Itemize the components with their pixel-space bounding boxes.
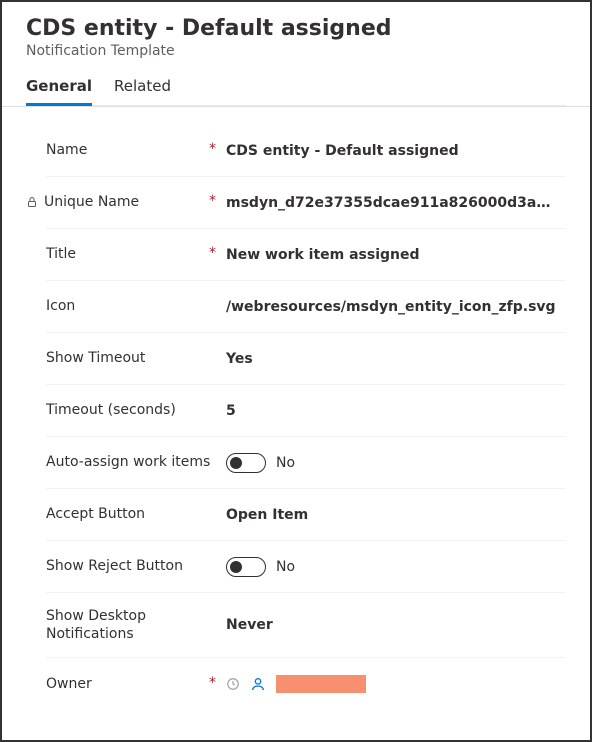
timeout-label: Timeout (seconds): [46, 401, 176, 419]
field-icon[interactable]: Icon /webresources/msdyn_entity_icon_zfp…: [46, 281, 566, 333]
lock-icon: [26, 196, 38, 210]
auto-assign-toggle-text: No: [276, 455, 295, 471]
show-desktop-value[interactable]: Never: [226, 617, 566, 633]
show-reject-label: Show Reject Button: [46, 557, 183, 575]
auto-assign-label: Auto-assign work items: [46, 453, 210, 471]
icon-label: Icon: [46, 297, 75, 315]
field-show-timeout[interactable]: Show Timeout Yes: [46, 333, 566, 385]
tab-related[interactable]: Related: [114, 77, 171, 106]
required-mark: *: [209, 245, 216, 261]
field-timeout[interactable]: Timeout (seconds) 5: [46, 385, 566, 437]
name-label: Name: [46, 141, 87, 159]
tab-general[interactable]: General: [26, 77, 92, 106]
owner-value[interactable]: [226, 675, 566, 693]
required-mark: *: [209, 193, 216, 209]
show-reject-toggle[interactable]: [226, 557, 266, 577]
owner-label: Owner: [46, 675, 92, 693]
unique-name-label: Unique Name: [44, 193, 139, 211]
field-unique-name: Unique Name * msdyn_d72e37355dcae911a826…: [46, 177, 566, 229]
tablist: General Related: [26, 77, 566, 106]
page-title: CDS entity - Default assigned: [26, 16, 566, 41]
form-general: Name * CDS entity - Default assigned Uni…: [2, 106, 590, 710]
accept-button-label: Accept Button: [46, 505, 145, 523]
show-timeout-value[interactable]: Yes: [226, 351, 566, 367]
title-value[interactable]: New work item assigned: [226, 247, 566, 263]
show-reject-toggle-text: No: [276, 559, 295, 575]
show-desktop-label: Show Desktop Notifications: [46, 607, 226, 643]
field-show-reject[interactable]: Show Reject Button No: [46, 541, 566, 593]
field-title[interactable]: Title * New work item assigned: [46, 229, 566, 281]
show-timeout-label: Show Timeout: [46, 349, 145, 367]
accept-button-value[interactable]: Open Item: [226, 507, 566, 523]
person-icon: [250, 676, 266, 692]
field-auto-assign[interactable]: Auto-assign work items No: [46, 437, 566, 489]
field-accept-button[interactable]: Accept Button Open Item: [46, 489, 566, 541]
name-value[interactable]: CDS entity - Default assigned: [226, 143, 566, 159]
field-name[interactable]: Name * CDS entity - Default assigned: [46, 125, 566, 177]
page-subtitle: Notification Template: [26, 43, 566, 59]
unique-name-value: msdyn_d72e37355dcae911a826000d3a…: [226, 195, 566, 211]
timeout-value[interactable]: 5: [226, 403, 566, 419]
required-mark: *: [209, 141, 216, 157]
recent-icon: [226, 677, 240, 691]
field-owner[interactable]: Owner *: [46, 658, 566, 710]
required-mark: *: [209, 675, 216, 691]
icon-value[interactable]: /webresources/msdyn_entity_icon_zfp.svg: [226, 299, 566, 315]
field-show-desktop[interactable]: Show Desktop Notifications Never: [46, 593, 566, 658]
title-label: Title: [46, 245, 76, 263]
owner-name-redacted: [276, 675, 366, 693]
auto-assign-toggle[interactable]: [226, 453, 266, 473]
